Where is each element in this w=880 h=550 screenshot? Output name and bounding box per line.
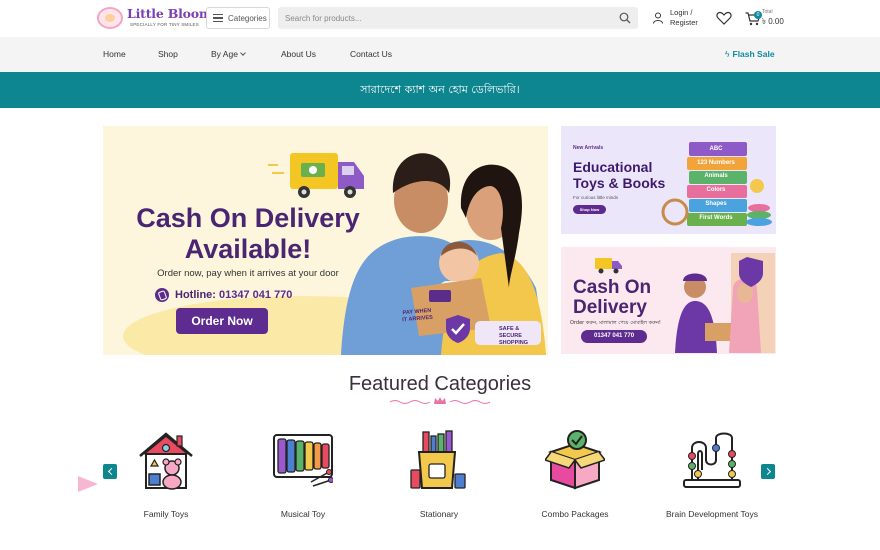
pencil-cup-icon [410,430,466,489]
category-brain-development-toys[interactable]: Brain Development Toys [652,430,772,530]
featured-categories-title: Featured Categories [348,373,532,395]
block-animals: Animals [704,173,728,180]
parcel-label: PAY WHEN IT ARRIVES [401,308,433,325]
bead-maze-icon [683,432,741,488]
block-shapes: Shapes [705,200,727,207]
house-toys-icon [139,432,193,490]
category-musical-toy[interactable]: Musical Toy [243,430,363,530]
chevron-down-icon [240,50,246,56]
menu-icon [213,14,223,22]
category-stationary[interactable]: Stationary [379,430,499,530]
shop-now-button[interactable]: Shop Now [573,205,606,214]
brand-logo[interactable]: Little Bloom SPECIALLY FOR TINY SMILES [97,5,212,31]
wishlist-heart-icon[interactable] [716,11,732,25]
block-first-words: First Words [699,214,733,221]
search-icon[interactable] [619,12,631,24]
delivery-handover-illustration [675,253,775,353]
cart-count-badge: 0 [754,11,762,19]
gift-box-icon [545,430,605,490]
hero-banner[interactable]: Cash On Delivery Available! Order now, p… [103,126,548,355]
announcement-text: সারাদেশে ক্যাশ অন হোম ডেলিভারি। [360,83,520,96]
hotline-number: 01347 041 770 [219,289,293,301]
hero-title-line-2: Available! [184,234,312,264]
login-label: Login / [670,8,693,17]
flash-sale-link[interactable]: ϟ Flash Sale [725,49,775,59]
categories-button[interactable]: Categories [206,7,270,29]
cod-phone-pill: 01347 041 770 [581,330,647,343]
educational-toys-banner[interactable]: New Arrivals Educational Toys & Books Fo… [561,126,776,234]
category-label: Family Toys [143,509,189,519]
category-label: Combo Packages [541,509,609,519]
main-nav: Home Shop By Age About Us Contact Us ϟ Fl… [0,37,880,72]
cod-bangla-text: Order করুন, মালামাল পেয়ে মোবাইল করুন! [570,320,661,326]
categories-label: Categories [228,13,267,23]
nav-contact-us[interactable]: Contact Us [350,49,392,59]
categories-carousel: Family Toys Musical Toy Stationary Combo… [0,420,880,540]
hero-slider-dots[interactable] [421,346,435,355]
user-icon [653,12,663,24]
educational-title-line-1: Educational [573,159,653,175]
category-label: Stationary [419,509,459,519]
login-register-link[interactable]: Login / Register [652,8,698,28]
block-numbers: 123 Numbers [697,159,735,166]
book-stack-labels: ABC 123 Numbers Animals Colors Shapes Fi… [687,143,745,225]
category-combo-packages[interactable]: Combo Packages [515,430,635,530]
cart-total-value: ৳ 0.00 [762,17,784,26]
cod-banner-title: Cash On Delivery [573,278,651,318]
nav-by-age[interactable]: By Age [211,49,246,59]
category-label: Musical Toy [280,509,326,519]
carousel-next-button[interactable] [761,464,775,479]
baby-logo-icon [97,7,123,29]
shield-check-icon [446,315,470,343]
safe-shopping-badge: SAFE & SECURE SHOPPING [475,321,541,346]
flash-sale-label: Flash Sale [732,49,775,59]
title-ornament-icon [390,397,490,404]
delivery-van-icon [595,258,622,274]
nav-home[interactable]: Home [103,49,126,59]
lightning-icon: ϟ [725,49,730,59]
cash-on-delivery-banner[interactable]: Cash On Delivery Order করুন, মালামাল পেয… [561,247,776,354]
hero-subtitle: Order now, pay when it arrives at your d… [157,268,339,279]
cart-button[interactable]: 0 Total ৳ 0.00 [745,9,790,29]
nav-shop[interactable]: Shop [158,49,178,59]
xylophone-icon [273,434,333,487]
educational-title-line-2: Toys & Books [573,175,666,191]
block-abc: ABC [709,146,723,152]
cart-total-label: Total [762,9,773,15]
site-header: Little Bloom SPECIALLY FOR TINY SMILES C… [0,0,880,37]
register-label: Register [670,18,698,27]
new-arrivals-label: New Arrivals [573,145,604,151]
order-now-button[interactable]: Order Now [176,308,268,334]
hero-title-line-1: Cash On Delivery [136,203,360,233]
hotline-label: Hotline: [175,289,216,301]
category-label: Brain Development Toys [666,509,758,519]
hero-hotline: Hotline: 01347 041 770 [155,288,292,302]
brand-name: Little Bloom [127,6,212,21]
cod-title-line-1: Cash On [573,277,652,298]
nav-about-us[interactable]: About Us [281,49,316,59]
educational-banner-title: Educational Toys & Books [573,159,665,191]
phone-icon [155,288,169,302]
educational-caption: For curious little minds [573,195,619,200]
block-colors: Colors [706,187,726,194]
cod-title-line-2: Delivery [573,297,647,318]
brand-tagline: SPECIALLY FOR TINY SMILES [130,22,199,27]
safe-badge-line-2: SHOPPING [499,340,529,346]
search-input[interactable] [278,7,608,29]
nav-by-age-label: By Age [211,49,238,59]
search-bar [278,7,638,29]
announcement-bar: সারাদেশে ক্যাশ অন হোম ডেলিভারি। [0,72,880,108]
hero-title: Cash On Delivery Available! [128,203,368,265]
category-family-toys[interactable]: Family Toys [106,430,226,530]
safe-badge-line-1: SAFE & SECURE [499,326,522,339]
